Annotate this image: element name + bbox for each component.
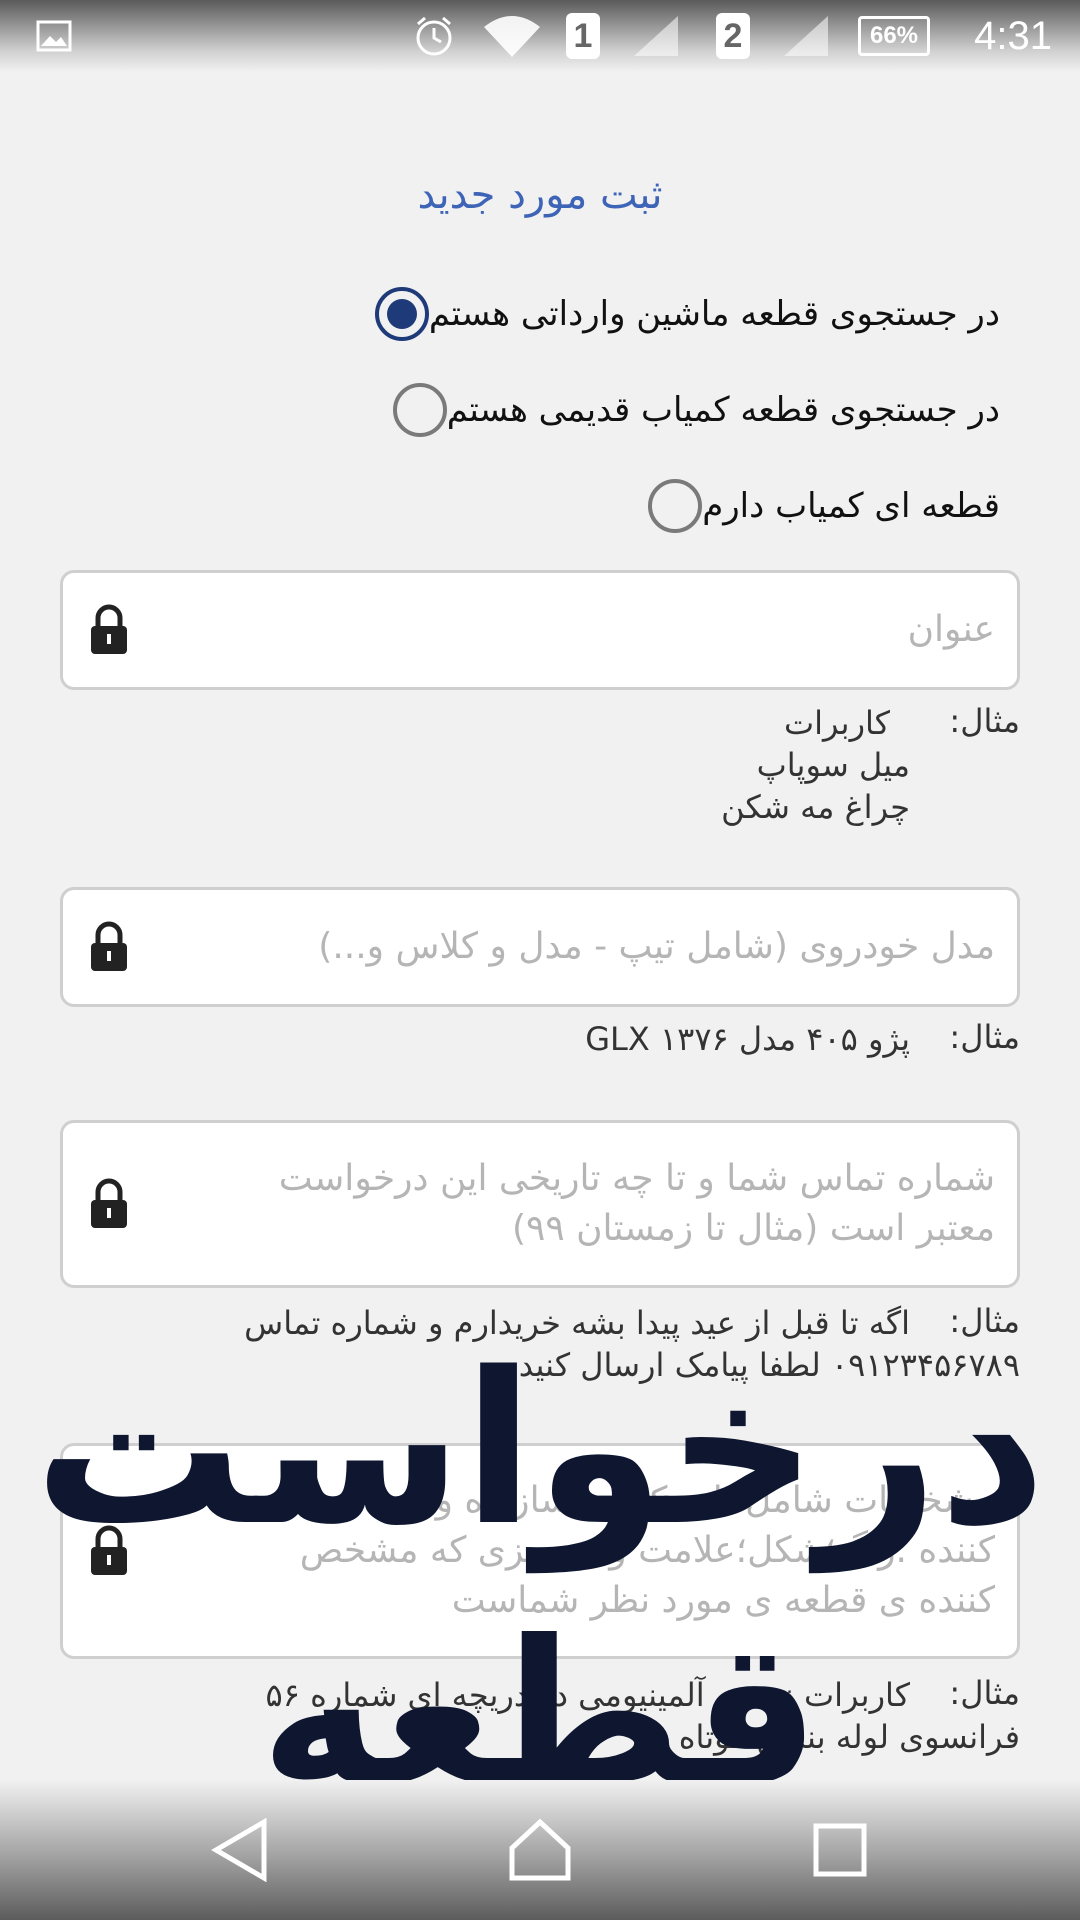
sim2-badge: 2 bbox=[716, 13, 750, 59]
recents-icon[interactable] bbox=[800, 1810, 880, 1890]
option-rare-old-part[interactable]: در جستجوی قطعه کمیاب قدیمی هستم bbox=[375, 370, 1000, 450]
battery-icon: 66% bbox=[858, 0, 930, 72]
radio-button[interactable] bbox=[392, 383, 447, 437]
car-model-field[interactable]: مدل خودروی (شامل تیپ - مدل و کلاس و...) bbox=[60, 887, 1020, 1007]
option-have-rare-part[interactable]: قطعه ای کمیاب دارم bbox=[630, 466, 1000, 546]
option-label: در جستجوی قطعه ماشین وارداتی هستم bbox=[428, 294, 1000, 334]
option-label: در جستجوی قطعه کمیاب قدیمی هستم bbox=[446, 390, 1000, 430]
title-example: مثال: کاربرات میل سوپاپ چراغ مه شکن bbox=[120, 702, 1020, 832]
radio-button-checked[interactable] bbox=[374, 287, 429, 341]
gallery-icon bbox=[36, 0, 72, 72]
contact-placeholder-line: شماره تماس شما و تا چه تاریخی این درخواس… bbox=[278, 1158, 995, 1199]
lock-icon bbox=[91, 604, 127, 654]
home-icon[interactable] bbox=[500, 1810, 580, 1890]
car-model-example: مثال: پژو ۴۰۵ مدل ۱۳۷۶ GLX bbox=[120, 1018, 1020, 1064]
back-icon[interactable] bbox=[200, 1810, 280, 1890]
option-imported-part[interactable]: در جستجوی قطعه ماشین وارداتی هستم bbox=[357, 274, 1000, 354]
car-model-placeholder: مدل خودروی (شامل تیپ - مدل و کلاس و...) bbox=[318, 926, 995, 967]
sim1-badge: 1 bbox=[566, 13, 600, 59]
example-line: کاربرات bbox=[783, 704, 890, 742]
lock-icon bbox=[91, 1178, 127, 1228]
status-bar: 1 2 66% 4:31 bbox=[0, 0, 1080, 72]
contact-field[interactable]: شماره تماس شما و تا چه تاریخی این درخواس… bbox=[60, 1120, 1020, 1288]
overlay-headline-1: درخواست bbox=[33, 1327, 1047, 1572]
navigation-bar bbox=[0, 1780, 1080, 1920]
contact-placeholder-line: معتبر است (مثال تا زمستان ۹۹) bbox=[511, 1208, 995, 1249]
alarm-icon bbox=[412, 0, 456, 72]
title-placeholder: عنوان bbox=[907, 609, 995, 650]
example-line: میل سوپاپ bbox=[756, 746, 910, 784]
signal-icon-2 bbox=[782, 0, 830, 72]
example-line: پژو ۴۰۵ مدل ۱۳۷۶ GLX bbox=[585, 1020, 910, 1058]
signal-icon bbox=[632, 0, 680, 72]
option-label: قطعه ای کمیاب دارم bbox=[702, 486, 1000, 526]
clock: 4:31 bbox=[974, 13, 1052, 58]
battery-level: 66% bbox=[858, 16, 930, 56]
radio-button[interactable] bbox=[648, 479, 703, 533]
example-line: چراغ مه شکن bbox=[721, 788, 910, 826]
radio-dot bbox=[386, 299, 417, 329]
title-field[interactable]: عنوان bbox=[60, 570, 1020, 690]
lock-icon bbox=[91, 921, 127, 971]
example-label: مثال: bbox=[949, 1018, 1020, 1056]
example-label: مثال: bbox=[949, 702, 1020, 740]
page-title: ثبت مورد جدید bbox=[417, 172, 663, 218]
wifi-icon bbox=[482, 0, 542, 72]
